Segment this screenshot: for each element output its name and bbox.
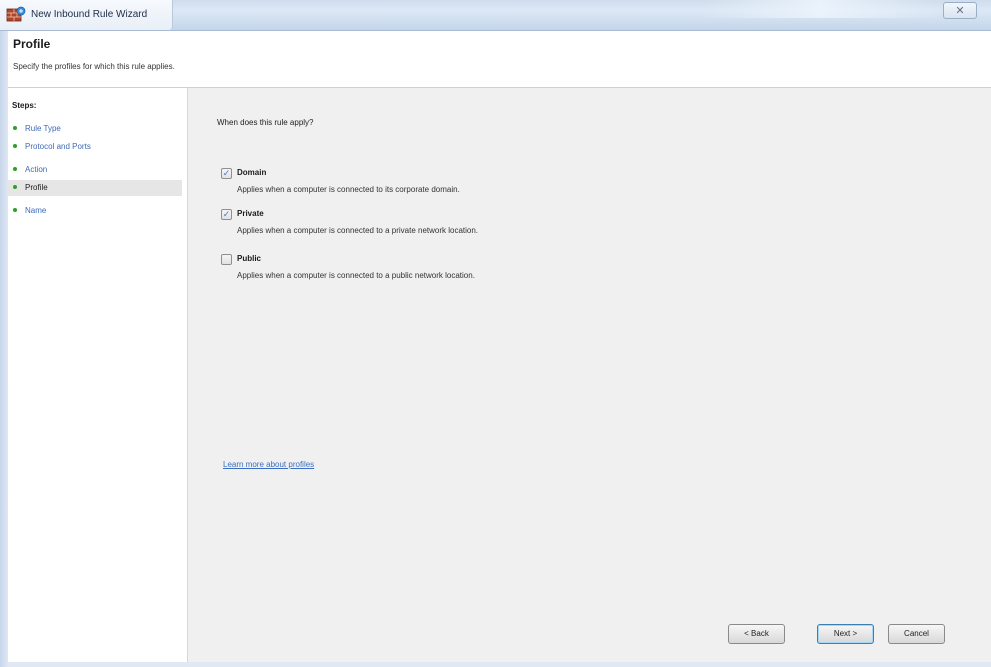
step-label: Action [25, 165, 48, 174]
title-glow [700, 0, 940, 18]
steps-panel: Steps: Rule Type Protocol and Ports Acti… [8, 88, 188, 667]
step-label: Rule Type [25, 124, 61, 133]
learn-more-link[interactable]: Learn more about profiles [223, 460, 314, 469]
step-bullet-icon [13, 144, 17, 149]
domain-label[interactable]: Domain [237, 168, 266, 177]
step-action[interactable]: Action [8, 162, 182, 178]
public-checkbox[interactable] [221, 254, 232, 265]
window-title: New Inbound Rule Wizard [31, 9, 148, 20]
domain-checkbox[interactable]: ✓ [221, 168, 232, 179]
step-bullet-icon [13, 126, 17, 131]
step-name[interactable]: Name [8, 203, 182, 219]
public-label[interactable]: Public [237, 254, 261, 263]
title-bar[interactable]: New Inbound Rule Wizard ✕ [0, 0, 991, 31]
steps-title: Steps: [12, 101, 37, 110]
checkmark-icon: ✓ [222, 168, 231, 178]
cancel-button[interactable]: Cancel [888, 624, 945, 644]
step-label: Name [25, 206, 47, 215]
step-bullet-icon [13, 167, 17, 172]
wizard-header: Profile Specify the profiles for which t… [8, 31, 991, 88]
step-protocol-and-ports[interactable]: Protocol and Ports [8, 139, 182, 155]
private-description: Applies when a computer is connected to … [237, 226, 479, 235]
domain-description: Applies when a computer is connected to … [237, 185, 460, 194]
question-text: When does this rule apply? [217, 118, 314, 127]
step-label: Profile [25, 183, 48, 192]
step-bullet-icon [13, 208, 17, 213]
step-label: Protocol and Ports [25, 142, 91, 151]
step-profile[interactable]: Profile [8, 180, 182, 196]
content-panel: When does this rule apply? ✓ Domain Appl… [188, 88, 991, 667]
private-label[interactable]: Private [237, 209, 264, 218]
step-rule-type[interactable]: Rule Type [8, 121, 182, 137]
public-description: Applies when a computer is connected to … [237, 271, 475, 280]
next-button[interactable]: Next > [817, 624, 874, 644]
page-subtitle: Specify the profiles for which this rule… [13, 62, 175, 71]
window-bottom-border [8, 662, 991, 667]
back-button[interactable]: < Back [728, 624, 785, 644]
window-left-border [0, 31, 8, 667]
page-title: Profile [13, 37, 51, 51]
title-tab: New Inbound Rule Wizard [0, 0, 173, 30]
step-bullet-icon [13, 185, 17, 190]
wizard-window: New Inbound Rule Wizard ✕ Profile Specif… [0, 0, 991, 667]
firewall-icon [6, 6, 26, 22]
private-checkbox[interactable]: ✓ [221, 209, 232, 220]
close-button[interactable]: ✕ [943, 2, 977, 19]
close-icon: ✕ [955, 5, 965, 17]
checkmark-icon: ✓ [222, 209, 231, 219]
